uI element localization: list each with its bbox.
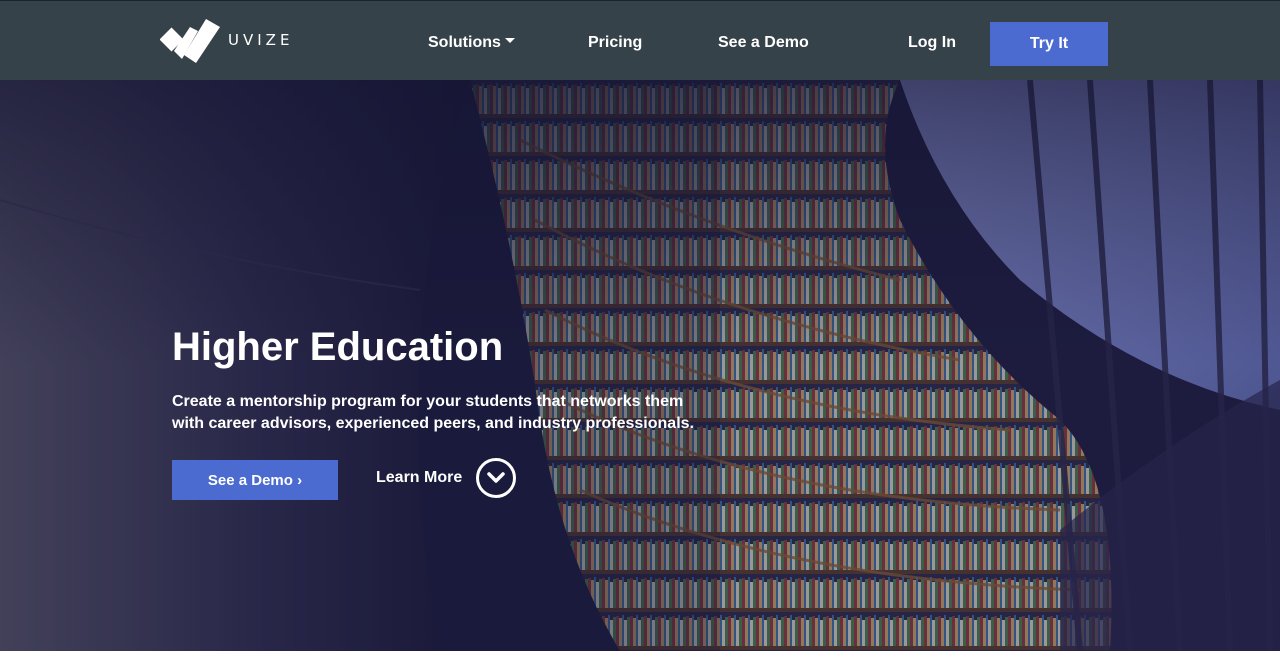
nav-see-a-demo-link[interactable]: See a Demo [718, 32, 809, 54]
login-link[interactable]: Log In [908, 32, 956, 54]
chevron-down-icon [487, 472, 505, 483]
hero-subtitle: Create a mentorship program for your stu… [172, 393, 694, 432]
nav-pricing-link[interactable]: Pricing [588, 32, 642, 54]
try-it-button[interactable]: Try It [990, 22, 1108, 66]
uvize-logo-icon [160, 19, 220, 63]
hero-section: Higher Education Create a mentorship pro… [0, 80, 1280, 651]
hero-title: Higher Education [172, 325, 504, 369]
learn-more-label: Learn More [376, 469, 463, 486]
see-a-demo-button[interactable]: See a Demo › [172, 460, 338, 500]
caret-down-icon [504, 38, 515, 44]
learn-more-link[interactable]: Learn More [376, 455, 517, 501]
chevron-down-circle-icon[interactable] [476, 458, 517, 498]
page-bottom-edge [0, 651, 1280, 668]
nav-solutions-dropdown[interactable]: Solutions [428, 32, 515, 54]
nav-solutions-label: Solutions [428, 34, 501, 51]
logo-wordmark: UVIZE [228, 31, 294, 49]
top-navbar: UVIZE Solutions Pricing See a Demo Log I… [0, 0, 1280, 80]
uvize-logo[interactable]: UVIZE [160, 16, 293, 64]
